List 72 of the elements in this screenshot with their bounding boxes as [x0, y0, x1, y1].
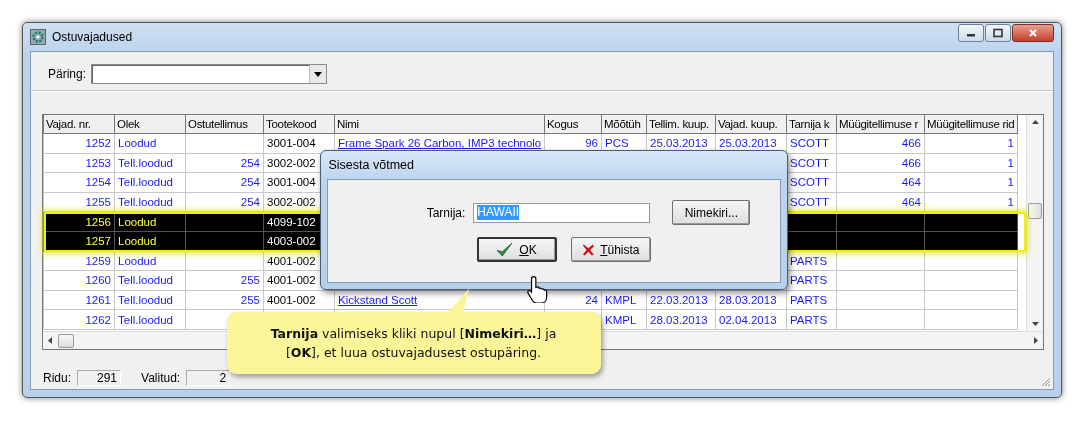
window-title: Ostuvajadused — [52, 30, 134, 44]
query-label: Päring: — [48, 67, 87, 81]
status-label: Ridu: — [43, 371, 71, 385]
table-cell: Loodud — [118, 235, 157, 248]
table-cell: SCOTT — [790, 176, 829, 189]
table-cell: 96 — [585, 137, 598, 150]
table-cell: 255 — [240, 274, 260, 287]
table-cell: 464 — [901, 176, 921, 189]
table-cell: 02.04.2013 — [719, 313, 777, 326]
table-cell: Tell.loodud — [118, 274, 173, 287]
table-cell: 24 — [585, 294, 598, 307]
table-cell: 1 — [1007, 156, 1014, 169]
table-cell: 1255 — [85, 196, 111, 209]
table-cell: 25.03.2013 — [719, 137, 777, 150]
table-cell: 28.03.2013 — [719, 294, 777, 307]
table-cell: SCOTT — [790, 156, 829, 169]
table-cell: 4001-002 — [267, 274, 316, 287]
table-cell: Tell.loodud — [118, 313, 173, 326]
table-cell: 1254 — [85, 176, 111, 189]
table-cell: 1 — [1007, 196, 1014, 209]
table-cell: 254 — [240, 156, 260, 169]
table-cell: Loodud — [118, 215, 157, 228]
table-cell: 254 — [240, 176, 260, 189]
table-cell: KMPL — [605, 313, 637, 326]
status-label: Valitud: — [141, 371, 181, 385]
table-cell: 3001-004 — [267, 176, 316, 189]
dialog-title: Sisesta võtmed — [327, 157, 415, 175]
table-cell: 466 — [901, 156, 921, 169]
selected-text: HAWAII — [477, 205, 520, 221]
table-cell: Tell.loodud — [118, 294, 173, 307]
table-cell: SCOTT — [790, 196, 829, 209]
table-cell: Loodud — [118, 137, 157, 150]
table-cell: 3002-002 — [267, 196, 316, 209]
table-cell: 1253 — [85, 156, 111, 169]
table-cell: 3002-002 — [267, 156, 316, 169]
table-cell: Tell.loodud — [118, 196, 173, 209]
table-cell: 1259 — [85, 254, 111, 267]
table-cell: PARTS — [790, 294, 828, 307]
table-cell: 1261 — [85, 294, 111, 307]
table-cell: 1260 — [85, 274, 111, 287]
table-cell: 1257 — [85, 235, 111, 248]
table-cell: 466 — [901, 137, 921, 150]
table-cell: 254 — [240, 196, 260, 209]
status-value: 291 — [77, 370, 121, 386]
table-cell: 3001-004 — [267, 137, 316, 150]
table-cell: Tell.loodud — [118, 176, 173, 189]
table-cell: 22.03.2013 — [650, 294, 708, 307]
table-cell: 464 — [901, 196, 921, 209]
table-cell: PARTS — [790, 254, 828, 267]
status-value: 2 — [186, 370, 231, 386]
table-cell: 1256 — [85, 215, 111, 228]
table-cell: KMPL — [605, 294, 637, 307]
table-cell: 1262 — [85, 313, 111, 326]
table-cell: PARTS — [790, 313, 828, 326]
table-cell: PCS — [605, 137, 629, 150]
table-cell: Kickstand Scott — [338, 294, 418, 307]
table-cell: 1 — [1007, 176, 1014, 189]
table-cell: 4001-002 — [267, 254, 316, 267]
table-cell: 28.03.2013 — [650, 313, 708, 326]
table-cell: SCOTT — [790, 137, 829, 150]
table-cell: 25.03.2013 — [650, 137, 708, 150]
table-cell: 1252 — [85, 137, 111, 150]
table-cell: Tell.loodud — [118, 156, 173, 169]
supplier-label: Tarnija: — [426, 205, 466, 220]
table-cell: 4003-002 — [267, 235, 316, 248]
table-cell: 4001-002 — [267, 294, 316, 307]
table-cell: 4099-102 — [267, 215, 316, 228]
table-cell: PARTS — [790, 274, 828, 287]
table-cell: 1 — [1007, 137, 1014, 150]
table-cell: Frame Spark 26 Carbon, IMP3 technolo — [338, 137, 542, 150]
table-cell: Loodud — [118, 254, 157, 267]
table-cell: 255 — [240, 294, 260, 307]
